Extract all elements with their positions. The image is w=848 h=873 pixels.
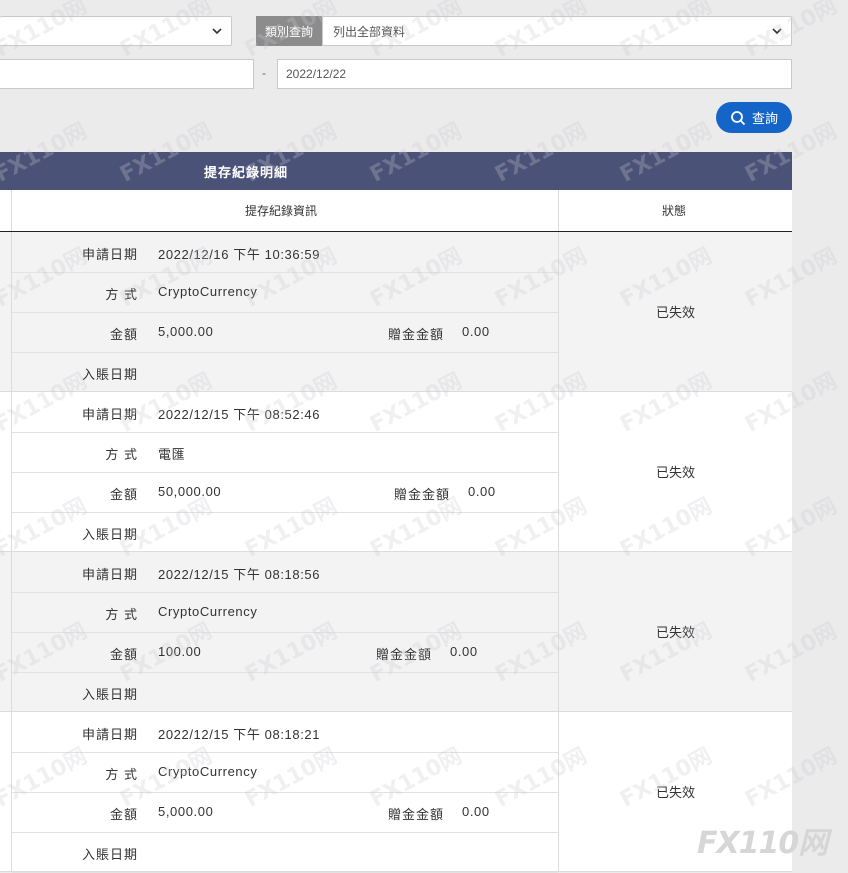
- row-method: 方 式 電匯: [12, 432, 558, 473]
- value-bonus-amount: 0.00: [450, 644, 478, 659]
- label-method: 方 式: [105, 447, 138, 462]
- row-deposit-date: 入賬日期: [12, 352, 558, 393]
- table-row: 申請日期 2022/12/15 下午 08:18:56 方 式 CryptoCu…: [0, 552, 792, 713]
- filter-select-left[interactable]: [0, 16, 232, 46]
- chevron-down-icon: [212, 28, 222, 35]
- table-header: 提存紀錄資訊 狀態: [0, 190, 792, 232]
- value-bonus-amount: 0.00: [462, 324, 490, 339]
- row-apply-date: 申請日期 2022/12/16 下午 10:36:59: [12, 232, 558, 273]
- label-apply-date: 申請日期: [81, 407, 138, 422]
- value-method: CryptoCurrency: [158, 604, 258, 619]
- value-amount: 100.00: [158, 644, 202, 659]
- row-apply-date: 申請日期 2022/12/15 下午 08:52:46: [12, 392, 558, 433]
- label-method: 方 式: [105, 767, 138, 782]
- row-method: 方 式 CryptoCurrency: [12, 752, 558, 793]
- label-apply-date: 申請日期: [81, 247, 138, 262]
- row-method: 方 式 CryptoCurrency: [12, 592, 558, 633]
- category-select-value: 列出全部資料: [333, 24, 406, 39]
- row-method: 方 式 CryptoCurrency: [12, 272, 558, 313]
- value-amount: 50,000.00: [158, 484, 222, 499]
- label-amount: 金額: [109, 487, 138, 502]
- date-end-input[interactable]: 2022/12/22: [277, 59, 792, 89]
- search-button[interactable]: 查詢: [716, 102, 792, 133]
- label-amount: 金額: [109, 807, 138, 822]
- label-bonus-amount: 贈金金額: [388, 327, 445, 342]
- label-apply-date: 申請日期: [81, 567, 138, 582]
- status-cell: 已失效: [655, 465, 695, 480]
- date-start-input[interactable]: [0, 59, 254, 89]
- value-apply-date: 2022/12/16 下午 10:36:59: [158, 247, 321, 262]
- label-deposit-date: 入賬日期: [81, 367, 138, 382]
- label-apply-date: 申請日期: [81, 727, 138, 742]
- table-title: 提存紀錄明細: [204, 164, 289, 180]
- label-deposit-date: 入賬日期: [81, 687, 138, 702]
- value-amount: 5,000.00: [158, 804, 214, 819]
- chevron-down-icon: [772, 28, 782, 35]
- date-end-value: 2022/12/22: [286, 67, 347, 81]
- row-deposit-date: 入賬日期: [12, 672, 558, 713]
- column-header-info: 提存紀錄資訊: [245, 204, 318, 218]
- value-bonus-amount: 0.00: [468, 484, 496, 499]
- value-bonus-amount: 0.00: [462, 804, 490, 819]
- row-apply-date: 申請日期 2022/12/15 下午 08:18:21: [12, 712, 558, 753]
- watermark-logo: FX110网: [697, 826, 828, 861]
- value-amount: 5,000.00: [158, 324, 214, 339]
- value-apply-date: 2022/12/15 下午 08:18:56: [158, 567, 321, 582]
- table-title-bar: 提存紀錄明細: [0, 152, 792, 190]
- value-method: CryptoCurrency: [158, 284, 258, 299]
- label-method: 方 式: [105, 607, 138, 622]
- row-amount: 金額 5,000.00 贈金金額 0.00: [12, 792, 558, 833]
- search-button-label: 查詢: [751, 111, 778, 126]
- value-method: CryptoCurrency: [158, 764, 258, 779]
- row-amount: 金額 5,000.00 贈金金額 0.00: [12, 312, 558, 353]
- label-bonus-amount: 贈金金額: [376, 647, 433, 662]
- value-apply-date: 2022/12/15 下午 08:52:46: [158, 407, 321, 422]
- label-amount: 金額: [109, 327, 138, 342]
- records-body: 申請日期 2022/12/16 下午 10:36:59 方 式 CryptoCu…: [0, 232, 792, 873]
- category-select[interactable]: 列出全部資料: [322, 16, 792, 46]
- row-apply-date: 申請日期 2022/12/15 下午 08:18:56: [12, 552, 558, 593]
- label-bonus-amount: 贈金金額: [394, 487, 451, 502]
- status-cell: 已失效: [655, 305, 695, 320]
- category-query-tag: 類別查詢: [256, 16, 322, 46]
- label-method: 方 式: [105, 287, 138, 302]
- value-method: 電匯: [158, 447, 186, 462]
- table-row: 申請日期 2022/12/16 下午 10:36:59 方 式 CryptoCu…: [0, 232, 792, 393]
- date-separator: -: [262, 66, 266, 80]
- row-amount: 金額 50,000.00 贈金金額 0.00: [12, 472, 558, 513]
- column-header-status: 狀態: [662, 204, 687, 218]
- transaction-table: 提存紀錄明細 提存紀錄資訊 狀態 申請日期 2022/12/16 下午 10:3…: [0, 152, 792, 873]
- label-deposit-date: 入賬日期: [81, 847, 138, 862]
- row-amount: 金額 100.00 贈金金額 0.00: [12, 632, 558, 673]
- table-row: 申請日期 2022/12/15 下午 08:52:46 方 式 電匯 金額 50…: [0, 392, 792, 553]
- label-deposit-date: 入賬日期: [81, 527, 138, 542]
- row-deposit-date: 入賬日期: [12, 512, 558, 553]
- status-cell: 已失效: [655, 625, 695, 640]
- label-bonus-amount: 贈金金額: [388, 807, 445, 822]
- table-row: 申請日期 2022/12/15 下午 08:18:21 方 式 CryptoCu…: [0, 712, 792, 873]
- label-amount: 金額: [109, 647, 138, 662]
- search-icon: [731, 110, 746, 125]
- value-apply-date: 2022/12/15 下午 08:18:21: [158, 727, 321, 742]
- row-deposit-date: 入賬日期: [12, 832, 558, 873]
